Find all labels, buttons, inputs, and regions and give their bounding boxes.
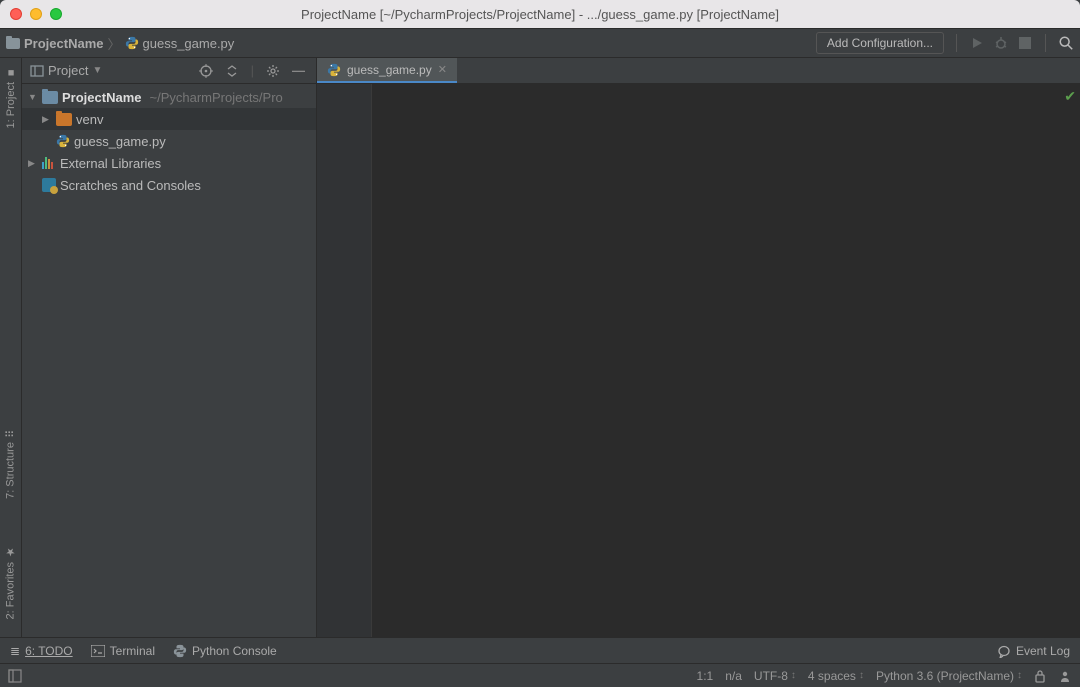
project-panel-header: Project ▼ | —: [22, 58, 316, 84]
folder-icon: [42, 91, 58, 104]
separator: |: [248, 63, 257, 78]
breadcrumb: ProjectName 〉 guess_game.py: [6, 34, 816, 53]
editor-tabbar: guess_game.py ✕: [317, 58, 1080, 84]
status-interpreter[interactable]: Python 3.6 (ProjectName): [876, 669, 1022, 683]
tree-scratches-label: Scratches and Consoles: [60, 178, 201, 193]
python-file-icon: [125, 36, 139, 50]
run-icon[interactable]: [969, 35, 985, 51]
folder-icon: [6, 38, 20, 49]
separator: [956, 34, 957, 52]
breadcrumb-file[interactable]: guess_game.py: [125, 36, 235, 51]
scratches-icon: [42, 178, 56, 192]
project-panel-title[interactable]: Project ▼: [30, 63, 102, 78]
tree-venv-label: venv: [76, 112, 103, 127]
breadcrumb-separator: 〉: [107, 34, 120, 53]
project-tree: ▼ ProjectName ~/PycharmProjects/Pro ▶ ve…: [22, 84, 316, 196]
event-log-icon: [997, 644, 1011, 658]
tree-file[interactable]: guess_game.py: [22, 130, 316, 152]
status-line-separator[interactable]: n/a: [725, 669, 742, 683]
titlebar: ProjectName [~/PycharmProjects/ProjectNa…: [0, 0, 1080, 28]
rail-project[interactable]: 1: Project ■: [3, 58, 19, 136]
expand-arrow-icon[interactable]: ▶: [28, 158, 38, 169]
rail-favorites-label: 2: Favorites: [5, 562, 17, 619]
window-title: ProjectName [~/PycharmProjects/ProjectNa…: [0, 7, 1080, 22]
project-panel-title-label: Project: [48, 63, 88, 78]
project-panel: Project ▼ | — ▼ ProjectName ~/PycharmPro…: [22, 58, 317, 637]
terminal-label: Terminal: [110, 644, 155, 658]
lock-icon[interactable]: [1034, 669, 1046, 683]
status-indent[interactable]: 4 spaces: [808, 669, 864, 683]
expand-arrow-icon[interactable]: ▶: [42, 114, 52, 125]
editor-tab-label: guess_game.py: [347, 63, 432, 77]
breadcrumb-project-label: ProjectName: [24, 36, 103, 51]
settings-icon[interactable]: [263, 64, 283, 78]
rail-favorites[interactable]: 2: Favorites ★: [2, 537, 19, 627]
console-label: Python Console: [192, 644, 277, 658]
stop-icon[interactable]: [1017, 35, 1033, 51]
rail-project-label: 1: Project: [5, 82, 17, 128]
status-tool-windows-icon[interactable]: [8, 669, 22, 683]
hector-icon[interactable]: [1058, 669, 1072, 683]
tree-root[interactable]: ▼ ProjectName ~/PycharmProjects/Pro: [22, 86, 316, 108]
tree-root-path: ~/PycharmProjects/Pro: [149, 90, 282, 105]
left-tool-rail: 1: Project ■ 7: Structure ⠿ 2: Favorites…: [0, 58, 22, 637]
navigation-bar: ProjectName 〉 guess_game.py Add Configur…: [0, 28, 1080, 58]
todo-tool-button[interactable]: ≣ 6: TODO: [10, 644, 73, 658]
terminal-tool-button[interactable]: Terminal: [91, 644, 155, 658]
tree-scratches[interactable]: Scratches and Consoles: [22, 174, 316, 196]
status-bar: 1:1 n/a UTF-8 4 spaces Python 3.6 (Proje…: [0, 663, 1080, 687]
status-encoding[interactable]: UTF-8: [754, 669, 796, 683]
tree-root-label: ProjectName: [62, 90, 141, 105]
breadcrumb-project[interactable]: ProjectName: [6, 36, 103, 51]
rail-structure[interactable]: 7: Structure ⠿: [2, 422, 19, 507]
python-icon: [173, 644, 187, 658]
tree-external-libraries[interactable]: ▶ External Libraries: [22, 152, 316, 174]
tree-external-label: External Libraries: [60, 156, 161, 171]
list-icon: ≣: [10, 644, 20, 658]
python-file-icon: [327, 63, 341, 77]
minimize-icon[interactable]: —: [289, 63, 308, 78]
python-file-icon: [56, 134, 70, 148]
tree-venv[interactable]: ▶ venv: [22, 108, 316, 130]
locate-icon[interactable]: [196, 64, 216, 78]
navbar-actions: Add Configuration...: [816, 32, 1074, 54]
terminal-icon: [91, 645, 105, 657]
rail-structure-label: 7: Structure: [5, 442, 17, 499]
status-caret-position[interactable]: 1:1: [697, 669, 714, 683]
expand-arrow-icon[interactable]: ▼: [28, 92, 38, 102]
editor-body[interactable]: ✔: [317, 84, 1080, 637]
python-console-button[interactable]: Python Console: [173, 644, 277, 658]
tree-file-label: guess_game.py: [74, 134, 166, 149]
todo-label: 6: TODO: [25, 644, 73, 658]
search-icon[interactable]: [1058, 35, 1074, 51]
libraries-icon: [42, 157, 56, 169]
inspection-ok-icon[interactable]: ✔: [1064, 88, 1076, 105]
bottom-tool-bar: ≣ 6: TODO Terminal Python Console Event …: [0, 637, 1080, 663]
project-view-icon: [30, 64, 44, 78]
close-tab-icon[interactable]: ✕: [438, 63, 447, 76]
event-log-button[interactable]: Event Log: [997, 644, 1070, 658]
editor-gutter: [317, 84, 372, 637]
add-configuration-button[interactable]: Add Configuration...: [816, 32, 944, 54]
breadcrumb-file-label: guess_game.py: [143, 36, 235, 51]
event-log-label: Event Log: [1016, 644, 1070, 658]
debug-icon[interactable]: [993, 35, 1009, 51]
editor-tab[interactable]: guess_game.py ✕: [317, 58, 457, 83]
separator: [1045, 34, 1046, 52]
editor-area: guess_game.py ✕ ✔: [317, 58, 1080, 637]
collapse-icon[interactable]: [222, 64, 242, 78]
folder-icon: [56, 113, 72, 126]
